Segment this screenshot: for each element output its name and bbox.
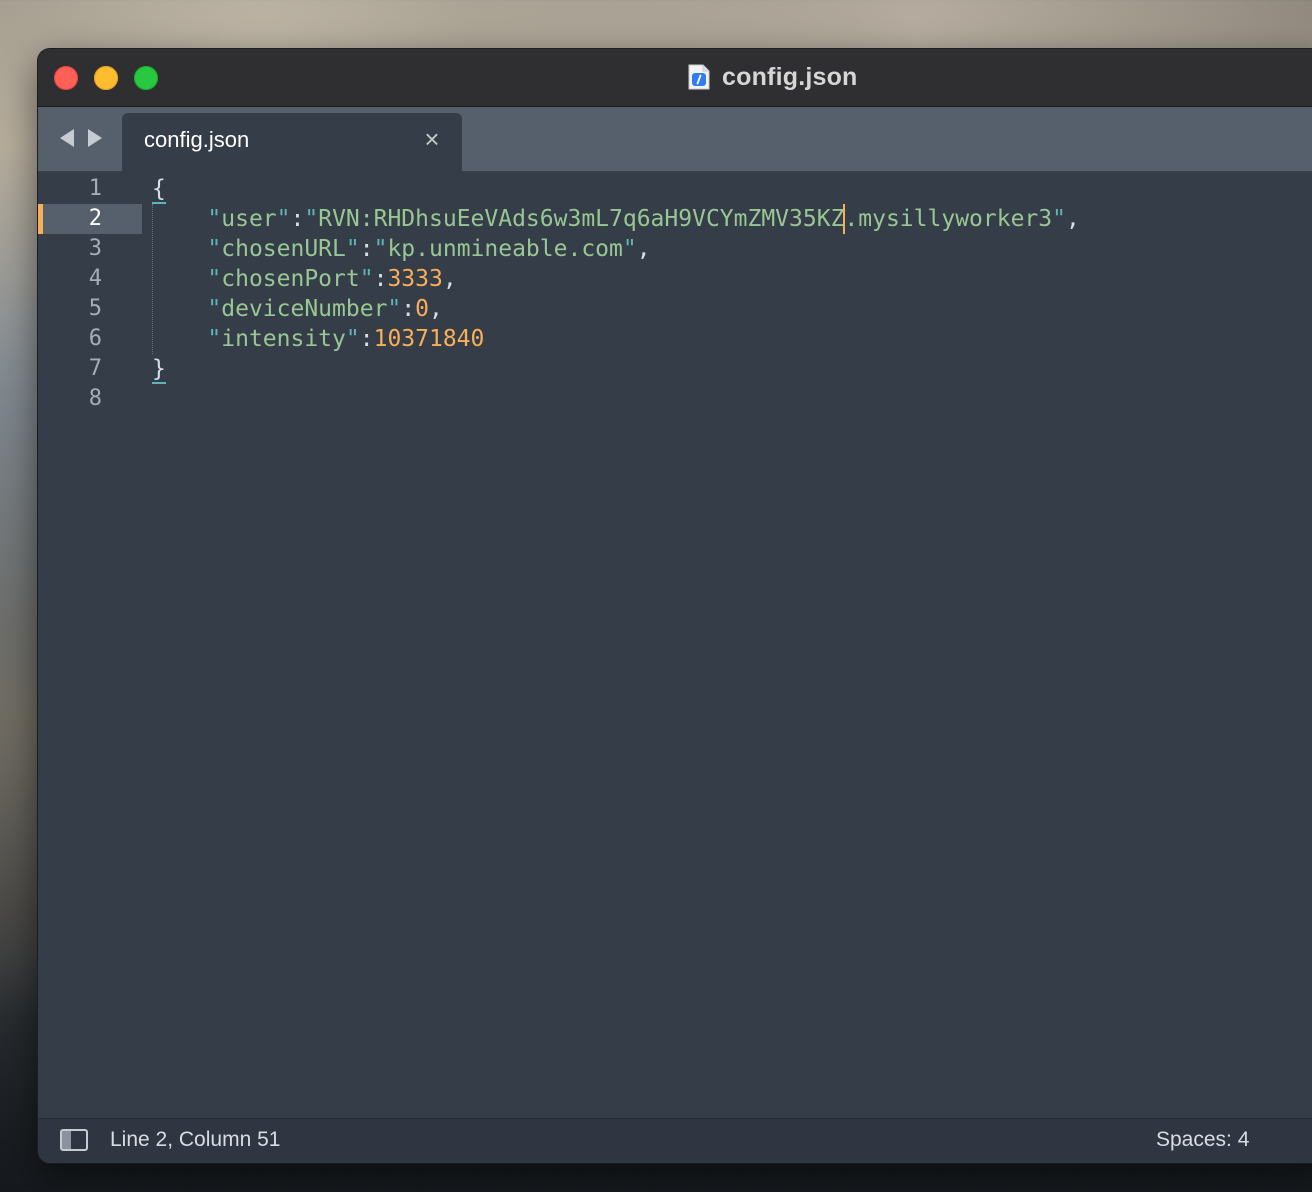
triangle-left-icon[interactable] (58, 128, 76, 148)
tab-label: config.json (144, 127, 250, 152)
code-line-7: } (152, 354, 166, 384)
line-number: 8 (88, 386, 102, 411)
window-title: config.json (688, 63, 858, 91)
maximize-window-button[interactable] (134, 66, 158, 90)
code-editor[interactable]: 1 2 3 4 5 6 7 8 { "user":"RVN:RHDhsuEeVA… (38, 171, 1312, 1119)
json-value-intensity: 10371840 (373, 326, 485, 352)
line-number: 1 (88, 176, 102, 201)
json-value-user-part2: .mysillyworker3 (844, 206, 1053, 232)
cursor-position[interactable]: Line 2, Column 51 (110, 1128, 280, 1152)
open-brace: { (152, 176, 166, 204)
code-line-5: "deviceNumber":0, (207, 296, 443, 322)
line-number: 6 (88, 326, 102, 351)
code-line-3: "chosenURL":"kp.unmineable.com", (207, 236, 651, 262)
line-number-gutter: 1 2 3 4 5 6 7 8 (38, 171, 142, 1119)
code-content[interactable]: { "user":"RVN:RHDhsuEeVAds6w3mL7q6aH9VCY… (152, 171, 1312, 1119)
code-line-1: { (152, 174, 166, 204)
json-value-user-part1: RVN:RHDhsuEeVAds6w3mL7q6aH9VCYmZMV35KZ (318, 206, 845, 232)
tab-bar: config.json × (38, 107, 1312, 171)
json-key-devicenumber: deviceNumber (221, 296, 388, 322)
minimize-window-button[interactable] (94, 66, 118, 90)
json-value-devicenumber: 0 (415, 296, 429, 322)
code-line-2: "user":"RVN:RHDhsuEeVAds6w3mL7q6aH9VCYmZ… (207, 204, 1080, 234)
json-file-icon (688, 64, 710, 90)
window-title-text: config.json (722, 62, 858, 91)
tab-navigation (58, 128, 104, 148)
status-bar: Line 2, Column 51 Spaces: 4 (38, 1118, 1312, 1163)
triangle-right-icon[interactable] (86, 128, 104, 148)
json-key-intensity: intensity (221, 326, 346, 352)
close-brace: } (152, 356, 166, 384)
close-icon[interactable]: × (420, 126, 444, 152)
indentation-setting[interactable]: Spaces: 4 (1156, 1128, 1249, 1152)
title-bar[interactable]: config.json (38, 49, 1312, 107)
json-key-user: user (221, 206, 277, 232)
json-key-chosenurl: chosenURL (221, 236, 346, 262)
line-number: 3 (88, 236, 102, 261)
code-line-6: "intensity":10371840 (207, 326, 485, 352)
editor-window: config.json config.json × 1 2 3 4 5 6 7 … (38, 49, 1312, 1163)
line-number: 4 (88, 266, 102, 291)
code-line-4: "chosenPort":3333, (207, 266, 457, 292)
json-value-chosenport: 3333 (387, 266, 443, 292)
json-key-chosenport: chosenPort (221, 266, 360, 292)
json-value-chosenurl: kp.unmineable.com (387, 236, 623, 262)
sidebar-toggle-icon[interactable] (60, 1129, 88, 1151)
tab-config-json[interactable]: config.json × (122, 113, 462, 171)
line-number: 5 (88, 296, 102, 321)
line-number-active: 2 (88, 206, 102, 231)
line-number: 7 (88, 356, 102, 381)
close-window-button[interactable] (54, 66, 78, 90)
